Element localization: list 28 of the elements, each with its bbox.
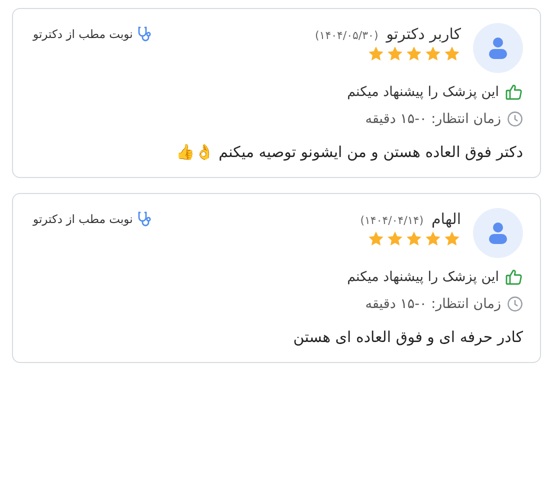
appointment-source: نوبت مطب از دکترتو — [33, 27, 133, 41]
star-icon — [405, 45, 423, 63]
stethoscope-icon — [136, 26, 153, 42]
star-icon — [405, 230, 423, 248]
recommendation-text: این پزشک را پیشنهاد میکنم — [347, 269, 499, 285]
wait-time: زمان انتظار: ۰-۱۵ دقیقه — [365, 111, 501, 127]
author-name: الهام — [431, 210, 461, 228]
review-comment: دکتر فوق العاده هستن و من ایشونو توصیه میکنم 👌👍 — [174, 143, 523, 161]
user-icon — [489, 37, 507, 59]
author-name: کاربر دکترتو — [386, 25, 461, 43]
appointment-source: نوبت مطب از دکترتو — [33, 212, 133, 226]
star-icon — [443, 230, 461, 248]
star-icon — [386, 45, 404, 63]
star-icon — [443, 45, 461, 63]
review-comment: کادر حرفه ای و فوق العاده ای هستن — [292, 328, 523, 346]
star-icon — [424, 230, 442, 248]
review-date: (۱۴۰۴/۰۴/۱۴) — [360, 214, 424, 227]
recommendation-text: این پزشک را پیشنهاد میکنم — [347, 84, 499, 100]
stethoscope-icon — [136, 211, 153, 227]
star-icon — [367, 45, 385, 63]
star-icon — [367, 230, 385, 248]
review-date: (۱۴۰۴/۰۵/۳۰) — [314, 29, 378, 42]
clock-icon — [507, 111, 523, 127]
star-icon — [386, 230, 404, 248]
user-icon — [489, 222, 507, 244]
wait-time: زمان انتظار: ۰-۱۵ دقیقه — [365, 296, 501, 312]
clock-icon — [507, 296, 523, 312]
star-icon — [424, 45, 442, 63]
